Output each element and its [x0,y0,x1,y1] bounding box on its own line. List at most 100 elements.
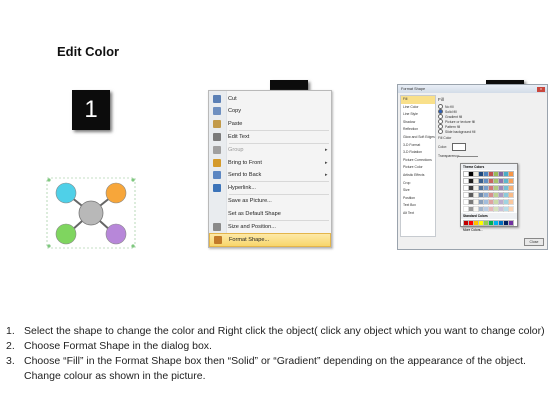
dialog-nav-item[interactable]: Glow and Soft Edges [401,134,435,142]
menu-item-send-to-back[interactable]: Send to Back ▸ [209,169,331,181]
color-label: Color: [438,145,448,149]
fill-option[interactable]: Slide background fill [438,129,544,134]
page-title: Edit Color [57,44,120,59]
menu-item-label: Bring to Front [228,159,262,166]
dialog-nav-item[interactable]: 3-D Format [401,142,435,150]
instruction-item: 3. Choose “Fill” in the Format Shape box … [6,355,526,382]
scissors-icon [213,95,221,103]
instructions-list: 1. Select the shape to change the color a… [6,324,554,384]
selection-handle[interactable] [47,244,51,248]
fill-panel: Fill No fill Solid fill Gradient fill Pictu… [438,97,544,158]
menu-item-label: Save as Picture... [228,198,272,205]
menu-item-bring-to-front[interactable]: Bring to Front ▸ [209,157,331,169]
close-icon[interactable]: x [537,86,545,92]
more-colors-link[interactable]: More Colors... [461,227,517,233]
copy-icon [213,107,221,116]
fill-heading: Fill [438,97,444,102]
fill-option-label: Pattern fill [445,124,461,129]
submenu-arrow-icon: ▸ [325,171,328,178]
blank-icon [213,197,221,205]
blank-icon [213,210,221,218]
dialog-nav-item[interactable]: Shadow [401,119,435,127]
menu-item-label: Copy [228,108,242,115]
circle-top-right[interactable] [105,182,127,204]
menu-item-set-as-default-shape[interactable]: Set as Default Shape [209,208,331,220]
dialog-nav-list: Fill Line Color Line Style Shadow Reflection… [400,95,436,237]
dialog-nav-item[interactable]: Line Style [401,111,435,119]
dialog-nav-item[interactable]: Picture Corrections [401,157,435,165]
close-button[interactable]: Close [524,238,544,246]
menu-item-label: Send to Back [228,171,262,178]
transparency-label: Transparency: [438,154,460,158]
context-menu: Cut Copy Paste Edit Text Group ▸ Bring to Fron… [208,90,332,248]
dialog-nav-item[interactable]: Text Box [401,202,435,210]
theme-colors-grid [461,170,517,213]
hyperlink-icon [213,184,221,193]
selection-handle[interactable] [47,178,51,182]
color-swatch[interactable] [508,178,514,184]
dialog-nav-item[interactable]: Line Color [401,104,435,112]
send-back-icon [213,170,221,179]
color-swatch[interactable] [508,171,514,177]
dialog-nav-item[interactable]: 3-D Rotation [401,149,435,157]
radio-button[interactable] [438,129,443,134]
size-icon [213,223,221,231]
menu-item-copy[interactable]: Copy [209,105,331,117]
menu-item-label: Paste [228,120,243,127]
dialog-nav-item[interactable]: Fill [401,96,435,104]
dialog-nav-item[interactable]: Crop [401,180,435,188]
menu-item-format-shape[interactable]: Format Shape... [209,233,331,248]
transparency-slider[interactable] [458,155,478,157]
submenu-arrow-icon: ▸ [325,159,328,166]
format-shape-icon [214,236,222,245]
color-swatch[interactable] [508,199,514,205]
menu-item-group[interactable]: Group ▸ [209,144,331,156]
menu-item-paste[interactable]: Paste [209,118,331,130]
menu-item-label: Hyperlink... [228,185,256,192]
selection-handle[interactable] [131,178,135,182]
fill-option-label: Solid fill [445,109,457,114]
fill-option-label: Picture or texture fill [445,119,475,124]
menu-item-label: Format Shape... [229,237,270,244]
bring-front-icon [213,158,221,167]
menu-item-label: Edit Text [228,133,250,140]
fill-color-heading: Fill Color [438,136,452,140]
circle-bottom-right[interactable] [105,223,127,245]
color-swatch[interactable] [508,185,514,191]
color-picker-button[interactable] [452,143,466,151]
instruction-item: 1. Select the shape to change the color a… [6,325,545,337]
dialog-titlebar: Format Shape x [398,85,547,93]
menu-item-size-and-position[interactable]: Size and Position... [209,221,331,233]
dialog-nav-item[interactable]: Picture Color [401,164,435,172]
dialog-nav-item[interactable]: Artistic Effects [401,172,435,180]
circle-center[interactable] [78,200,104,226]
color-swatch[interactable] [508,220,514,226]
color-palette-popup: Theme Colors Standard Colors More Colors… [460,163,518,232]
group-icon [213,146,221,155]
shape-diagram[interactable] [46,176,136,250]
menu-item-cut[interactable]: Cut [209,93,331,105]
selection-handle[interactable] [131,244,135,248]
menu-item-label: Group [228,147,244,154]
step-1-badge: 1 [72,90,110,130]
menu-item-save-as-picture[interactable]: Save as Picture... [209,195,331,207]
dialog-nav-item[interactable]: Alt Text [401,210,435,218]
menu-item-hyperlink[interactable]: Hyperlink... [209,182,331,194]
dialog-nav-item[interactable]: Position [401,195,435,203]
color-swatch[interactable] [508,192,514,198]
menu-item-edit-text[interactable]: Edit Text [209,131,331,143]
dialog-title: Format Shape [401,87,426,91]
menu-item-label: Cut [228,96,237,102]
dialog-nav-item[interactable]: Size [401,187,435,195]
fill-option-label: Slide background fill [445,129,476,134]
menu-item-label: Set as Default Shape [228,210,281,217]
paste-icon [213,119,221,128]
color-swatch[interactable] [508,206,514,212]
standard-colors-grid [461,219,517,227]
fill-option-label: Gradient fill [445,114,463,119]
dialog-nav-item[interactable]: Reflection [401,126,435,134]
circle-bottom-left[interactable] [55,223,77,245]
edit-text-icon [213,132,221,141]
fill-option-label: No fill [445,104,454,109]
circle-top-left[interactable] [55,182,77,204]
